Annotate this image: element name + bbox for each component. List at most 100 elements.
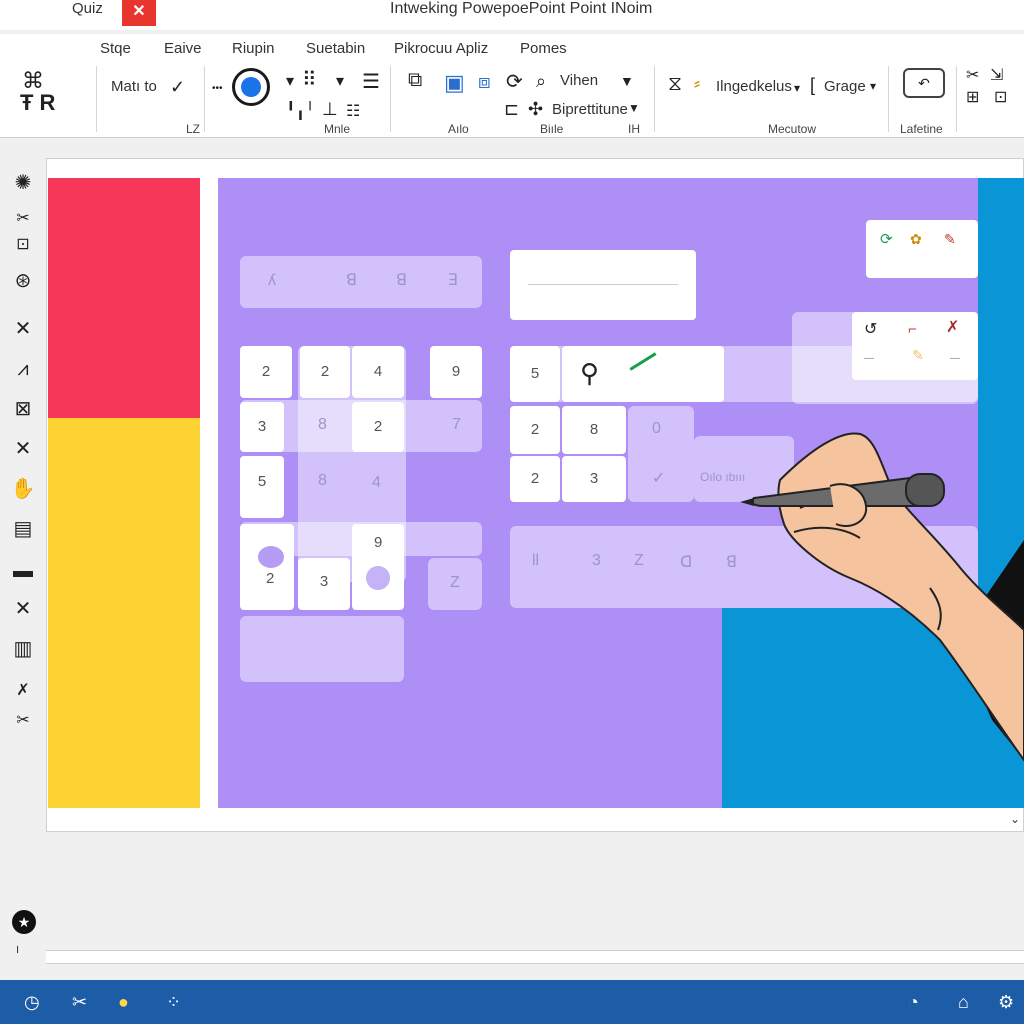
grid-cell[interactable]: 3 — [240, 402, 284, 452]
pointer-tool-icon[interactable]: ✗ — [10, 678, 36, 704]
chevron-down-icon[interactable]: ▼ — [628, 102, 640, 114]
eraser-icon[interactable]: ✎ — [944, 232, 956, 246]
tools-icon[interactable]: ✂ — [72, 992, 87, 1012]
check-icon[interactable]: ✓ — [170, 78, 185, 96]
pin-icon[interactable]: ⇲ — [990, 68, 1003, 84]
chevron-down-icon[interactable]: ▾ — [336, 74, 344, 90]
grid-icon[interactable]: ⁘ — [166, 992, 181, 1012]
frame-icon[interactable]: ⧉ — [408, 70, 422, 90]
crop-icon[interactable]: ⊡ — [994, 90, 1007, 106]
arrange-icon[interactable]: ╹╻╵ — [286, 104, 315, 120]
tab-pomes[interactable]: Pomes — [520, 40, 567, 57]
align-icon[interactable]: ⊥ — [322, 100, 338, 118]
chevron-down-icon[interactable]: ▾ — [286, 74, 294, 90]
minus-tool-icon[interactable]: ▬ — [10, 558, 36, 584]
text-box-icon[interactable]: ⊏ — [504, 100, 519, 118]
tick-icon: ╷ — [14, 939, 22, 953]
grid-cell[interactable]: 2 — [510, 406, 560, 454]
tab-suetabin[interactable]: Suetabin — [306, 40, 365, 57]
dropdown-grage[interactable]: Grage — [824, 78, 866, 95]
person-tool-icon[interactable]: ⊠ — [10, 396, 36, 422]
grid-cell-tall[interactable]: 9 — [352, 524, 404, 610]
grid-cell[interactable]: 2 — [240, 346, 292, 398]
notes-area[interactable] — [0, 832, 1024, 952]
ghost-digit: 8 — [318, 416, 327, 433]
rotate-icon[interactable]: ⟳ — [506, 72, 523, 92]
globe-tool-icon[interactable]: ⊛ — [10, 268, 36, 294]
home-icon[interactable]: ⌂ — [958, 992, 969, 1012]
tab-eaive[interactable]: Eaive — [164, 40, 202, 57]
ghost-char: ꓭ — [726, 554, 737, 571]
grid-cell[interactable]: 2 — [510, 456, 560, 502]
list-icon[interactable]: ☰ — [362, 72, 380, 92]
ghost-char: ʎ — [268, 272, 276, 289]
close-tool-icon[interactable]: ✕ — [10, 436, 36, 462]
grid-cell[interactable]: 3 — [298, 558, 350, 610]
tab-pikrocuu-apliz[interactable]: Pikrocuu Apliz — [394, 40, 488, 57]
close-button[interactable]: ✕ — [122, 0, 156, 26]
text-format-icon[interactable]: ⌘ — [22, 70, 44, 92]
math-button-label[interactable]: Matı to — [111, 78, 157, 95]
clipboard-tool-icon[interactable]: ▤ — [10, 516, 36, 542]
sparkle-tool-icon[interactable]: ✺ — [10, 170, 36, 196]
hourglass-icon[interactable]: ⧖ — [668, 74, 682, 94]
x-tool-icon[interactable]: ✕ — [10, 596, 36, 622]
refresh-icon[interactable]: ⟳ — [880, 232, 893, 247]
grid-cell[interactable]: 9 — [430, 346, 482, 398]
bulb-icon[interactable]: ● — [118, 992, 129, 1012]
ghost-char: 3 — [592, 552, 601, 569]
grid-cell[interactable]: 5 — [240, 456, 284, 518]
dropdown-vihen[interactable]: Vihen — [560, 72, 598, 89]
settings-icon[interactable]: ⚙ — [998, 992, 1014, 1012]
marker-tool-icon[interactable]: ⩘ — [10, 356, 36, 382]
hand-tool-icon[interactable]: ✋ — [10, 476, 36, 502]
grid-cell-tall[interactable]: 2 — [240, 524, 294, 610]
lasso-icon[interactable]: ↺ — [864, 322, 877, 338]
ghost-char: ll — [532, 552, 540, 569]
frame-tool-icon[interactable]: ⊡ — [10, 232, 36, 258]
document-tool-icon[interactable]: ▥ — [10, 636, 36, 662]
grid-cell[interactable]: 5 — [510, 346, 560, 402]
star-icon[interactable]: ★ — [12, 910, 36, 934]
grid-cell[interactable]: 2 — [352, 402, 404, 452]
shape-button[interactable]: ↶ — [903, 68, 945, 98]
pen-icon[interactable]: ⌐ — [908, 322, 917, 337]
copy-icon[interactable]: ⧈ — [478, 72, 491, 92]
tab-riupin[interactable]: Riupin — [232, 40, 275, 57]
sparkle-icon[interactable]: ✣ — [528, 100, 543, 118]
ghost-char: ꓭ — [396, 272, 407, 289]
ghost-text: Oılo ıbııı — [700, 470, 746, 484]
dropdown-biprettitune[interactable]: Biprettitune — [552, 101, 628, 118]
collapse-icon[interactable]: ⌄ — [1010, 812, 1020, 826]
timer-icon[interactable]: ◔ — [908, 992, 919, 1012]
grid-cell[interactable]: 4 — [352, 346, 404, 398]
ghost-input-bar[interactable]: ʎ ꓭ ꓭ ꓱ — [240, 256, 482, 308]
answer-box[interactable] — [510, 250, 696, 320]
tab-stqe[interactable]: Stqe — [100, 40, 131, 57]
shapes-icon[interactable]: ⠿ — [302, 70, 317, 90]
distribute-icon[interactable]: ☷ — [346, 104, 360, 120]
drawing-cell[interactable]: ⚲ — [562, 346, 724, 402]
palette-icon[interactable]: ✿ — [910, 232, 922, 246]
cross-tool-icon[interactable]: ✕ — [10, 316, 36, 342]
grid-icon[interactable]: ⊞ — [966, 90, 979, 106]
cut-tool-icon[interactable]: ✂ — [10, 708, 36, 734]
grid-cell[interactable]: 3 — [562, 456, 626, 502]
chevron-down-icon[interactable]: ▾ — [870, 80, 876, 92]
dropdown-ilngedkelus[interactable]: Ilngedkelus — [716, 78, 792, 95]
search-icon[interactable]: ⌕ — [536, 72, 546, 90]
font-icon[interactable]: Ŧ R — [20, 92, 55, 114]
magic-wand-icon[interactable]: ⸗ — [694, 74, 700, 92]
cursor-icon[interactable]: ✗ — [946, 320, 959, 336]
chevron-down-icon[interactable]: ▾ — [794, 82, 800, 94]
grid-cell[interactable]: 2 — [300, 346, 350, 398]
grid-cell[interactable]: 8 — [562, 406, 626, 454]
chevron-down-icon[interactable]: ▼ — [620, 74, 634, 88]
notes-divider — [46, 950, 1024, 964]
hand-with-pen-illustration — [740, 432, 1024, 762]
scissors-tool-icon[interactable]: ✂ — [10, 206, 36, 232]
clock-icon[interactable]: ◷ — [24, 992, 40, 1012]
picture-icon[interactable]: ▣ — [444, 72, 465, 94]
record-button[interactable] — [232, 68, 270, 106]
cut-icon[interactable]: ✂ — [966, 68, 979, 84]
